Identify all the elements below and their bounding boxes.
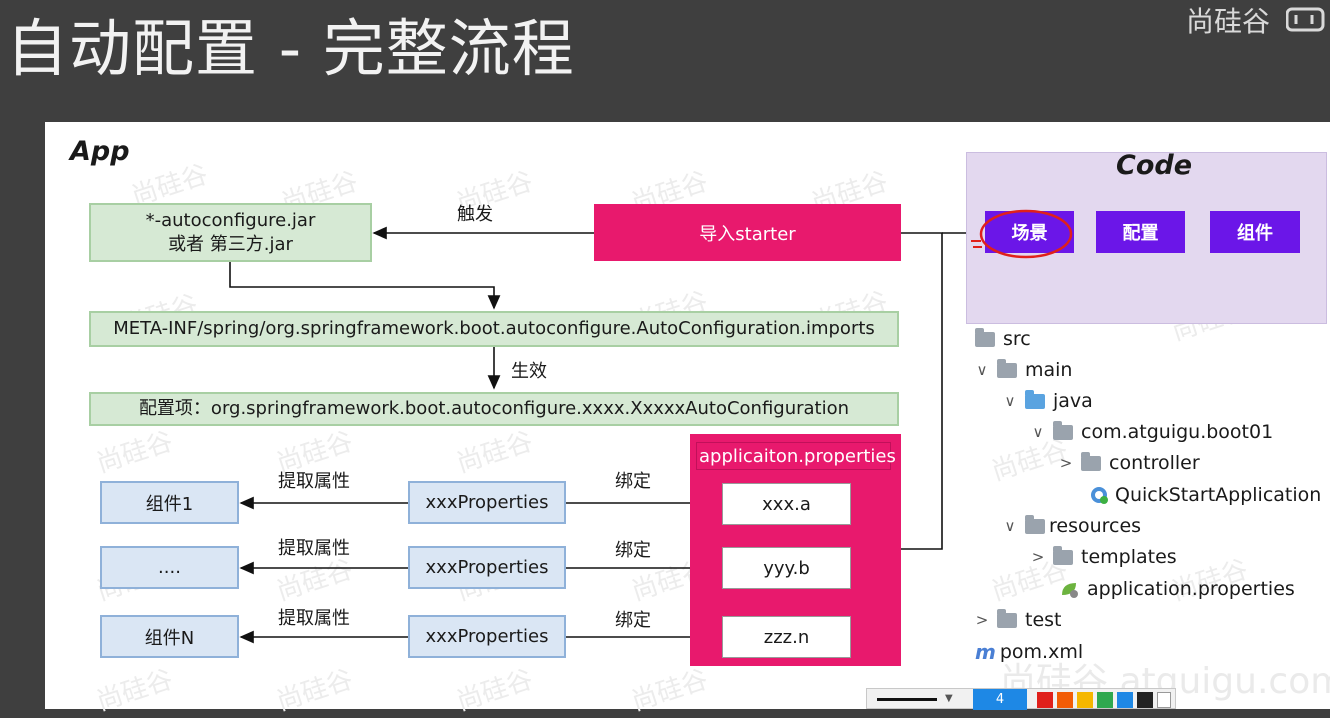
- chevron-down-icon[interactable]: ∨: [1001, 392, 1019, 410]
- folder-icon: [975, 327, 995, 347]
- spring-class-icon: [1091, 487, 1108, 504]
- chevron-down-icon[interactable]: ∨: [1001, 517, 1019, 535]
- tree-item-controller[interactable]: > controller: [1057, 449, 1200, 477]
- config-box: 配置: [1096, 211, 1185, 253]
- properties-class-box: xxxProperties: [408, 546, 566, 589]
- tree-item-label: controller: [1109, 452, 1200, 474]
- maven-icon: m: [975, 640, 996, 664]
- folder-icon: [997, 358, 1017, 378]
- extract-label: 提取属性: [278, 471, 350, 492]
- component-group-box: 组件: [1210, 211, 1300, 253]
- jar-to-imports-arrow: [229, 262, 501, 310]
- property-value-box: yyy.b: [722, 547, 851, 589]
- import-starter-box: 导入starter: [594, 204, 901, 261]
- component-box: ....: [100, 546, 239, 589]
- tree-item-test[interactable]: > test: [973, 606, 1062, 634]
- folder-icon: [997, 608, 1017, 628]
- color-swatch-white[interactable]: [1157, 692, 1171, 708]
- config-item-box: 配置项：org.springframework.boot.autoconfigu…: [89, 392, 899, 426]
- stroke-style-picker[interactable]: [877, 698, 937, 701]
- tree-item-label: application.properties: [1087, 578, 1295, 600]
- tree-item-templates[interactable]: > templates: [1029, 543, 1177, 571]
- tree-item-label: templates: [1081, 546, 1177, 568]
- jar-box-line1: *-autoconfigure.jar: [145, 209, 316, 231]
- tree-item-label: test: [1025, 609, 1062, 631]
- extract-label: 提取属性: [278, 538, 350, 559]
- component-box: 组件1: [100, 481, 239, 524]
- color-swatch-green[interactable]: [1097, 692, 1113, 708]
- property-value-box: zzz.n: [722, 616, 851, 658]
- tree-item-label: resources: [1049, 515, 1142, 537]
- tree-item-resources[interactable]: ∨ resources: [1001, 512, 1141, 540]
- chevron-down-icon[interactable]: ∨: [1029, 423, 1047, 441]
- folder-blue-icon: [1025, 389, 1045, 409]
- tree-item-package[interactable]: ∨ com.atguigu.boot01: [1029, 418, 1273, 446]
- color-swatch-black[interactable]: [1137, 692, 1153, 708]
- package-icon: [1081, 451, 1101, 471]
- extract-label: 提取属性: [278, 608, 350, 629]
- tree-item-main[interactable]: ∨ main: [973, 356, 1072, 384]
- tree-item-label: com.atguigu.boot01: [1081, 421, 1274, 443]
- autoconfigure-jar-box: *-autoconfigure.jar 或者 第三方.jar: [89, 203, 372, 262]
- imports-file-box: META-INF/spring/org.springframework.boot…: [89, 311, 899, 347]
- properties-panel-title: applicaiton.properties: [696, 442, 896, 470]
- color-swatch-red[interactable]: [1037, 692, 1053, 708]
- code-section-label: Code: [1116, 150, 1193, 181]
- chevron-right-icon[interactable]: >: [973, 611, 991, 629]
- property-value-box: xxx.a: [722, 483, 851, 525]
- properties-class-box: xxxProperties: [408, 615, 566, 658]
- tree-item-label: main: [1025, 359, 1073, 381]
- folder-icon: [1053, 545, 1073, 565]
- tree-item-quickstart[interactable]: QuickStartApplication: [1089, 481, 1321, 509]
- bind-label: 绑定: [615, 471, 651, 492]
- tree-item-application-properties[interactable]: application.properties: [1059, 575, 1295, 603]
- starter-to-scene-connector: [901, 232, 943, 550]
- resources-folder-icon: [1025, 514, 1045, 534]
- tree-item-label: src: [1003, 328, 1031, 350]
- annotation-toolbar: ▼ 4: [866, 688, 1176, 710]
- tree-item-label: java: [1053, 390, 1093, 412]
- effect-label: 生效: [511, 361, 547, 382]
- tree-item-label: QuickStartApplication: [1115, 484, 1322, 506]
- chevron-down-icon[interactable]: ∨: [973, 361, 991, 379]
- package-icon: [1053, 420, 1073, 440]
- properties-class-box: xxxProperties: [408, 481, 566, 524]
- color-swatch-blue[interactable]: [1117, 692, 1133, 708]
- bind-label: 绑定: [615, 610, 651, 631]
- color-swatch-orange[interactable]: [1057, 692, 1073, 708]
- tree-item-java[interactable]: ∨ java: [1001, 387, 1093, 415]
- stroke-size-selector[interactable]: 4: [973, 689, 1027, 710]
- chevron-down-icon[interactable]: ▼: [945, 693, 953, 704]
- chevron-right-icon[interactable]: >: [1057, 454, 1075, 472]
- chevron-right-icon[interactable]: >: [1029, 548, 1047, 566]
- color-swatch-yellow[interactable]: [1077, 692, 1093, 708]
- component-box: 组件N: [100, 615, 239, 658]
- bind-label: 绑定: [615, 540, 651, 561]
- jar-box-line2: 或者 第三方.jar: [168, 233, 293, 255]
- red-annotation-circle: [971, 209, 1073, 259]
- tree-item-src[interactable]: src: [975, 325, 1031, 353]
- trigger-label: 触发: [457, 204, 493, 225]
- properties-file-icon: [1062, 583, 1078, 598]
